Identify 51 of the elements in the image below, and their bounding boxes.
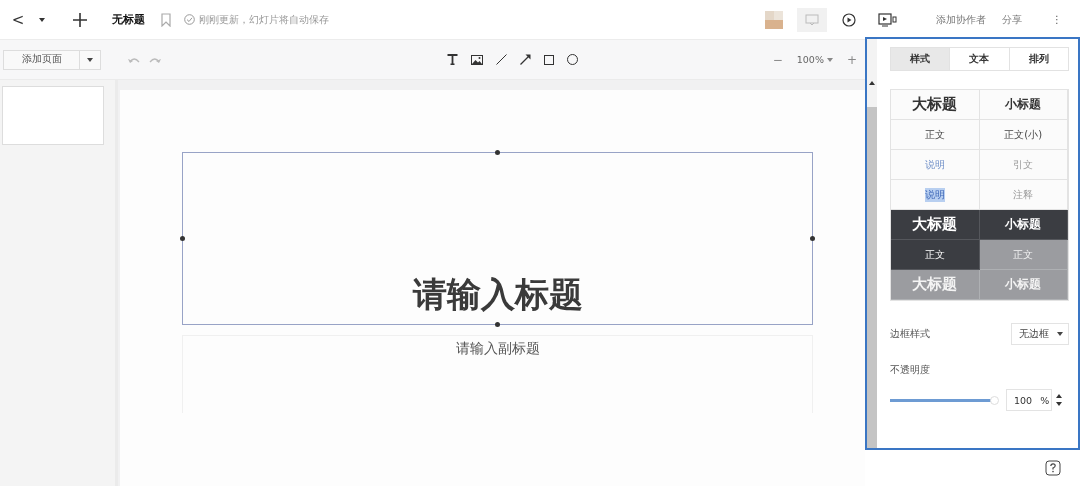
field-label: 边框样式 [890, 327, 930, 341]
title-text-box[interactable]: 请输入标题 [182, 152, 813, 325]
slide-thumbnail[interactable] [2, 86, 104, 145]
share-button[interactable]: 分享 [994, 8, 1030, 31]
add-icon[interactable] [72, 11, 88, 28]
text-style-option[interactable]: 大标题 [891, 90, 980, 120]
resize-handle[interactable] [180, 236, 185, 241]
resize-handle[interactable] [810, 236, 815, 241]
scroll-thumb[interactable] [867, 107, 877, 448]
rectangle-icon[interactable] [544, 54, 554, 65]
image-icon[interactable] [471, 54, 483, 65]
border-style-dropdown[interactable]: 无边框 [1011, 323, 1069, 345]
field-label: 不透明度 [890, 363, 931, 377]
text-style-option[interactable]: 小标题 [979, 210, 1068, 240]
text-style-option[interactable]: 小标题 [979, 90, 1068, 120]
text-style-option[interactable]: 大标题 [891, 210, 980, 240]
caret-icon[interactable] [38, 16, 46, 23]
more-button[interactable]: ⋮ [1044, 10, 1070, 29]
comment-icon [805, 13, 819, 26]
color-swatch-icon[interactable] [765, 10, 783, 29]
opacity-input[interactable]: 100 % [1006, 389, 1052, 411]
check-circle-icon [184, 14, 195, 25]
subtitle-placeholder: 请输入副标题 [455, 340, 540, 358]
stepper-icon[interactable] [1056, 393, 1062, 407]
back-button[interactable]: < [10, 10, 26, 29]
resize-handle[interactable] [495, 150, 500, 155]
tab[interactable]: 样式 [891, 48, 950, 70]
scroll-up-icon[interactable] [869, 81, 875, 85]
scrollbar[interactable] [867, 39, 877, 448]
document-title: 无标题 [112, 12, 145, 27]
text-style-option[interactable]: 正文 [891, 240, 980, 270]
line-icon[interactable] [496, 54, 507, 65]
caret-icon [826, 57, 833, 62]
text-style-option[interactable]: 正文(小) [979, 120, 1068, 150]
caret-icon [1057, 332, 1063, 336]
subtitle-text-box[interactable]: 请输入副标题 [182, 335, 813, 413]
presenter-icon[interactable] [878, 12, 898, 27]
title-placeholder: 请输入标题 [412, 273, 583, 316]
text-style-option[interactable]: 说明 [891, 180, 980, 210]
text-tool-icon[interactable] [447, 54, 458, 65]
help-icon[interactable] [1045, 460, 1061, 476]
play-icon[interactable] [842, 12, 856, 27]
save-status: 刚刚更新，幻灯片将自动保存 [199, 12, 329, 27]
circle-icon[interactable] [567, 54, 578, 65]
caret-icon [86, 56, 94, 63]
text-style-option[interactable]: 正文 [891, 120, 980, 150]
zoom-dropdown[interactable]: 100% [796, 54, 833, 65]
slider-thumb[interactable] [990, 395, 999, 405]
add-collaborator-button[interactable]: 添加协作者 [928, 8, 994, 31]
arrow-icon[interactable] [520, 54, 531, 65]
resize-handle[interactable] [495, 322, 500, 327]
